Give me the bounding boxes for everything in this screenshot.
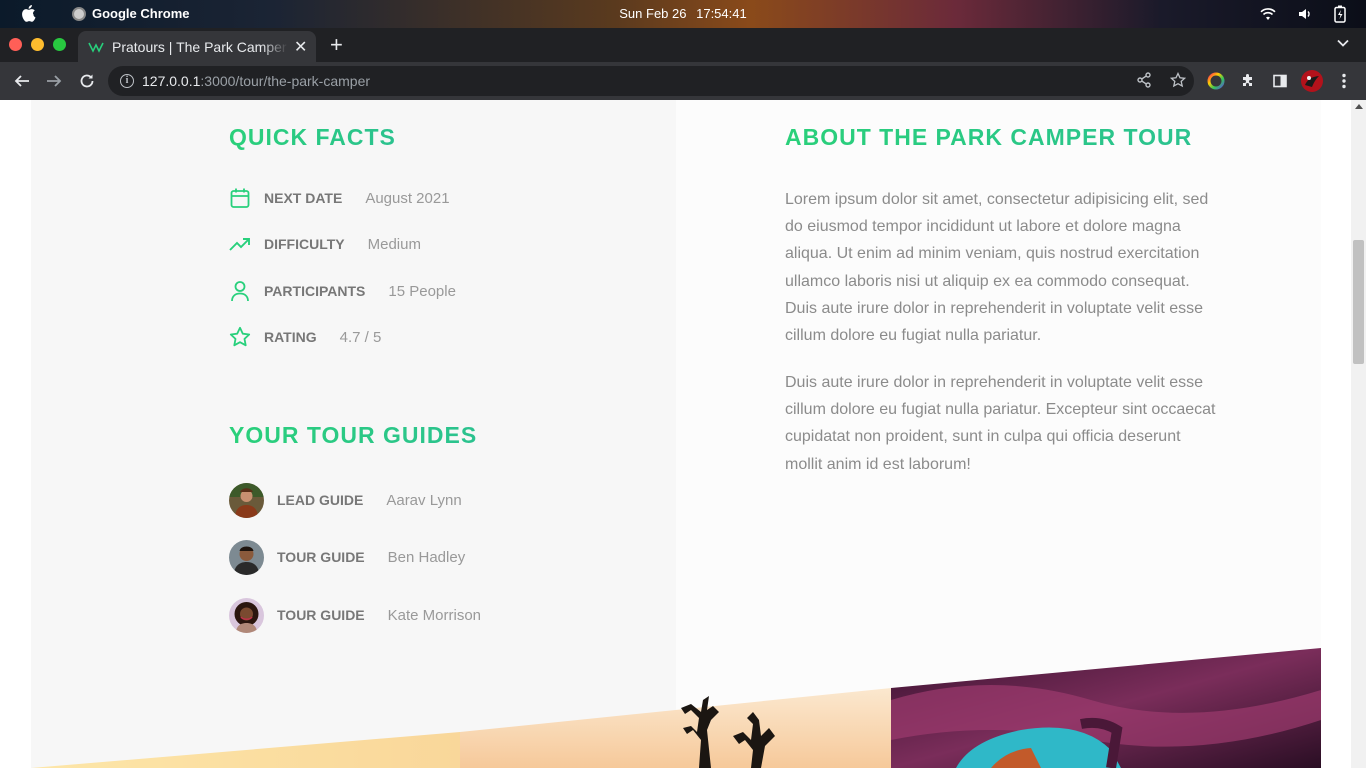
extensions-button[interactable] [1238,71,1258,91]
pratours-favicon-icon [88,42,104,53]
browser-toolbar: i 127.0.0.1:3000/tour/the-park-camper [0,62,1366,100]
back-button[interactable] [12,71,32,91]
tab-search-chevron-icon[interactable] [1336,36,1350,50]
volume-icon[interactable] [1298,7,1312,21]
new-tab-button[interactable]: + [330,34,343,56]
fact-label: Rating [264,329,317,345]
scrollbar-thumb[interactable] [1353,240,1364,364]
overview-column: Quick Facts Next Date August 2021 Diffic… [31,100,676,768]
browser-tab-active[interactable]: Pratours | The Park Camper ✕ [78,31,316,62]
site-info-icon[interactable]: i [120,74,134,88]
fact-label: Participants [264,283,366,299]
guide-name: Aarav Lynn [386,491,462,509]
forward-button[interactable] [44,71,64,91]
address-bar-actions [1136,72,1186,88]
fact-value: Medium [367,235,421,253]
guide-tour-2: Tour Guide Kate Morrison [229,597,481,633]
guide-avatar [229,539,264,575]
color-wheel-icon [1207,72,1225,90]
arrow-left-icon [14,75,29,87]
address-bar[interactable]: i 127.0.0.1:3000/tour/the-park-camper [108,66,1194,96]
page-viewport: Quick Facts Next Date August 2021 Diffic… [0,100,1366,768]
fact-value: August 2021 [365,189,450,207]
window-minimize-button[interactable] [31,38,44,51]
guide-name: Ben Hadley [387,548,466,566]
tour-description-section: Quick Facts Next Date August 2021 Diffic… [31,100,1321,768]
os-time: 17:54:41 [696,6,747,21]
fact-next-date: Next Date August 2021 [229,186,450,210]
more-vertical-icon [1342,73,1346,89]
guide-role: Tour Guide [277,607,365,623]
about-heading: About The Park Camper Tour [785,124,1193,150]
os-top-bar: Google Chrome Sun Feb 26 17:54:41 [0,0,1366,28]
about-paragraph: Duis aute irure dolor in reprehenderit i… [785,374,1216,473]
profile-avatar-icon [1301,70,1323,92]
quick-facts-heading: Quick Facts [229,124,396,150]
side-panel-icon [1273,74,1287,88]
profile-avatar[interactable] [1301,70,1323,92]
share-icon[interactable] [1136,72,1152,88]
browser-tab-strip: Pratours | The Park Camper ✕ + [0,28,1366,62]
user-icon [231,281,249,302]
os-date: Sun Feb 26 [619,6,687,21]
guide-role: Lead Guide [277,492,364,508]
tour-guides-heading: Your Tour Guides [229,422,478,448]
chrome-menu-button[interactable] [1334,71,1354,91]
reload-button[interactable] [77,71,97,91]
about-paragraph: Lorem ipsum dolor sit amet, consectetur … [785,191,1209,345]
fact-label: Difficulty [264,236,345,252]
trending-up-icon [229,238,250,251]
system-tray [1260,5,1346,23]
tab-close-icon[interactable]: ✕ [294,37,307,57]
bookmark-star-icon[interactable] [1170,72,1186,88]
fact-rating: Rating 4.7 / 5 [229,325,381,349]
guide-name: Kate Morrison [387,606,482,624]
side-panel-button[interactable] [1270,71,1290,91]
fact-participants: Participants 15 People [229,279,456,303]
page-scrollbar[interactable] [1351,100,1366,768]
guide-avatar [229,597,264,633]
window-close-button[interactable] [9,38,22,51]
scroll-up-arrow-icon[interactable] [1355,104,1363,109]
color-extension-button[interactable] [1206,71,1226,91]
reload-icon [80,74,94,88]
about-column: About The Park Camper Tour Lorem ipsum d… [676,100,1321,768]
wifi-icon[interactable] [1260,7,1276,21]
calendar-icon [230,188,250,208]
guide-lead: Lead Guide Aarav Lynn [229,482,462,518]
url-path: :3000/tour/the-park-camper [200,73,371,89]
fact-label: Next Date [264,190,343,206]
puzzle-icon [1243,74,1252,86]
guide-avatar [229,482,264,518]
window-maximize-button[interactable] [53,38,66,51]
fact-difficulty: Difficulty Medium [229,232,421,256]
guide-tour-1: Tour Guide Ben Hadley [229,539,465,575]
fact-value: 4.7 / 5 [339,328,382,346]
arrow-right-icon [47,75,62,87]
fact-value: 15 People [388,282,456,300]
url-host: 127.0.0.1 [142,73,201,89]
tab-title: Pratours | The Park Camper [112,38,287,55]
battery-icon[interactable] [1334,5,1346,23]
star-icon [229,326,251,347]
guide-role: Tour Guide [277,549,365,565]
os-clock[interactable]: Sun Feb 26 17:54:41 [0,6,1366,21]
